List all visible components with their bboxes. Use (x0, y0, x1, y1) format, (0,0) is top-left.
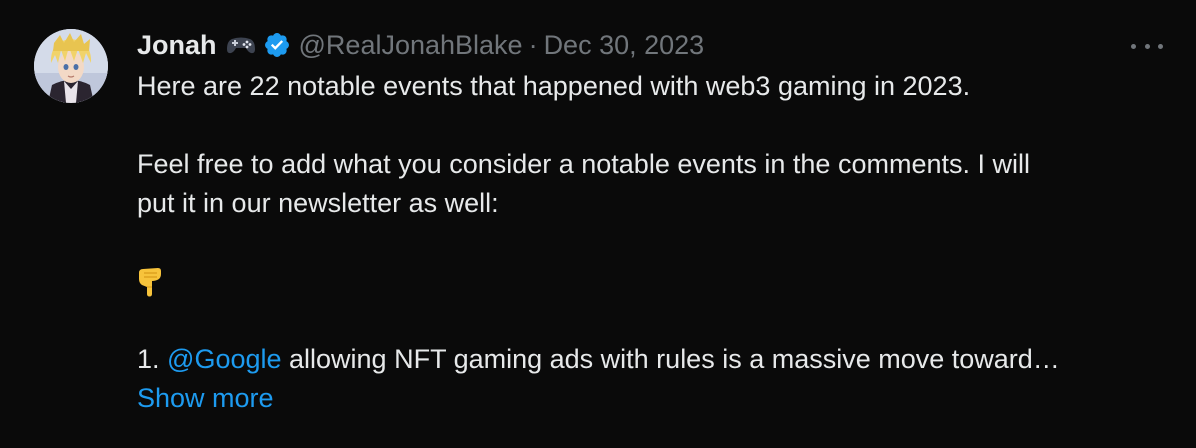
item-prefix: 1. (137, 344, 168, 374)
dot (1144, 43, 1150, 49)
pointing-down-hand-icon (137, 262, 1167, 301)
tweet-line-1: Here are 22 notable events that happened… (137, 71, 971, 101)
dot (1158, 43, 1163, 49)
game-controller-icon (226, 34, 256, 56)
tweet-line-2: Feel free to add what you consider a not… (137, 149, 1030, 179)
dot (1131, 43, 1136, 49)
avatar[interactable] (34, 29, 108, 103)
avatar-image (34, 29, 108, 103)
tweet[interactable]: Jonah @RealJonahBlake · Dec 30, 2023 Her… (0, 0, 1196, 448)
more-dots-icon[interactable] (1131, 38, 1163, 54)
tweet-date[interactable]: Dec 30, 2023 (544, 30, 705, 61)
tweet-line-3: put it in our newsletter as well: (137, 188, 499, 218)
tweet-text: Here are 22 notable events that happened… (137, 67, 1167, 418)
tweet-line-item-1: 1. @Google allowing NFT gaming ads with … (137, 340, 1167, 379)
author-name[interactable]: Jonah (137, 30, 217, 61)
verified-badge-icon[interactable] (263, 31, 291, 59)
item-text: allowing NFT gaming ads with rules is a … (281, 344, 1060, 374)
author-handle[interactable]: @RealJonahBlake (299, 30, 523, 61)
tweet-body: Jonah @RealJonahBlake · Dec 30, 2023 Her… (137, 24, 1167, 418)
show-more-link[interactable]: Show more (137, 383, 274, 413)
header-separator: · (528, 29, 538, 60)
tweet-header: Jonah @RealJonahBlake · Dec 30, 2023 (137, 24, 1167, 66)
mention-link[interactable]: @Google (167, 344, 281, 374)
